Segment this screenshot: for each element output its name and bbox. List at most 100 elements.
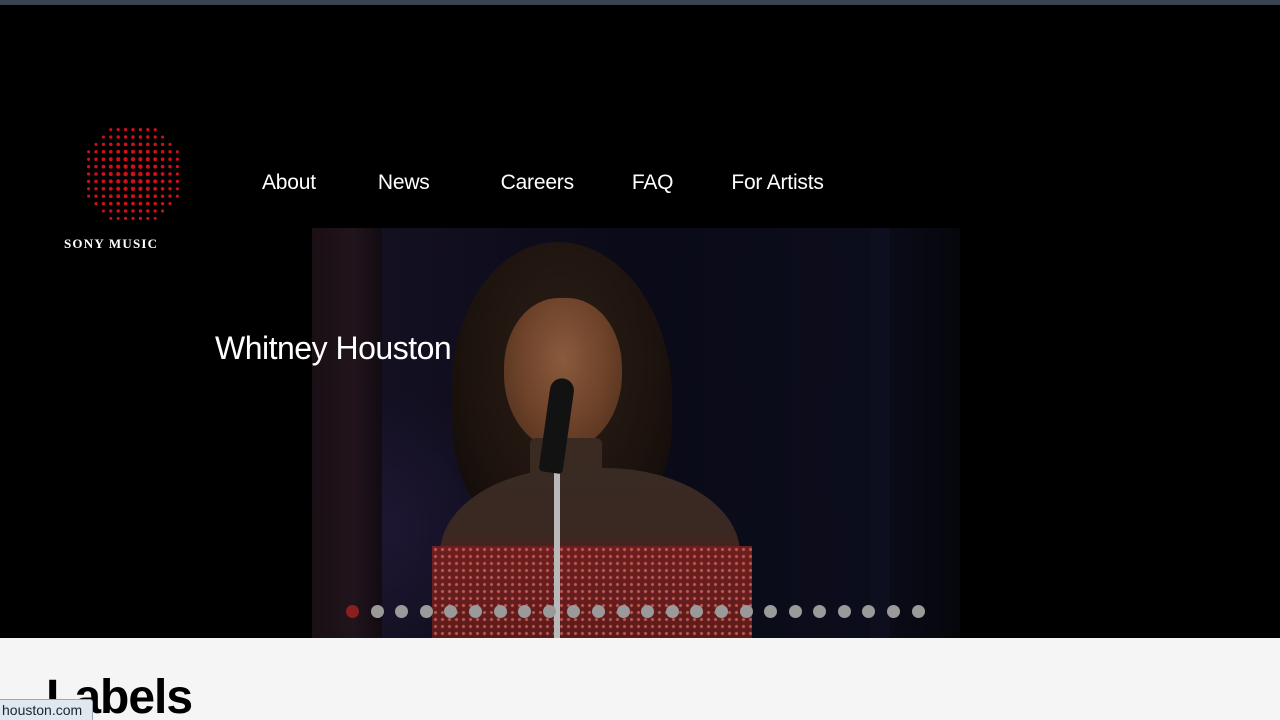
carousel-dot[interactable] xyxy=(346,605,359,618)
logo-dot xyxy=(175,150,179,154)
logo-dot xyxy=(109,216,113,220)
logo-dot xyxy=(130,179,136,184)
logo-dot xyxy=(160,186,165,191)
logo-dot xyxy=(168,187,172,191)
carousel-dot[interactable] xyxy=(911,605,925,618)
logo-dot xyxy=(87,187,91,191)
logo-dot xyxy=(87,157,91,161)
carousel-dot[interactable] xyxy=(370,605,384,618)
logo-dot xyxy=(108,179,113,184)
carousel-dot[interactable] xyxy=(616,605,630,618)
logo-dot xyxy=(101,135,105,139)
logo-dot xyxy=(101,142,106,147)
logo-dot xyxy=(153,186,158,191)
carousel-dot[interactable] xyxy=(641,605,655,618)
nav-item-news[interactable]: News xyxy=(378,171,430,195)
carousel-dot[interactable] xyxy=(518,605,532,618)
logo-dot xyxy=(145,201,150,206)
logo-dot xyxy=(94,164,98,169)
carousel-dot[interactable] xyxy=(764,605,778,618)
logo-dot xyxy=(116,194,121,199)
hero-artist-name[interactable]: Whitney Houston xyxy=(215,330,452,367)
sony-music-logo[interactable]: SONY MUSIC xyxy=(62,121,202,256)
logo-dot xyxy=(108,157,113,162)
logo-dot xyxy=(87,150,91,154)
carousel-dot[interactable] xyxy=(665,605,679,618)
logo-dot xyxy=(131,216,135,221)
carousel-dot[interactable] xyxy=(542,605,556,618)
nav-item-faq[interactable]: FAQ xyxy=(632,171,674,195)
carousel-dot[interactable] xyxy=(444,605,458,618)
logo-dot xyxy=(168,150,172,154)
logo-dot xyxy=(94,150,98,154)
logo-dot xyxy=(138,127,143,132)
logo-dot xyxy=(131,209,135,213)
carousel-dot[interactable] xyxy=(788,605,802,618)
logo-dot xyxy=(138,142,143,147)
logo-dot xyxy=(145,194,150,199)
carousel-dot[interactable] xyxy=(887,605,901,618)
logo-dot xyxy=(130,157,136,162)
logo-dot xyxy=(146,216,150,220)
logo-dot xyxy=(153,171,158,177)
logo-dot xyxy=(138,157,143,162)
logo-dot xyxy=(123,194,128,199)
logo-dot xyxy=(168,142,172,146)
carousel-dot[interactable] xyxy=(837,605,851,618)
logo-dot xyxy=(168,164,172,169)
logo-dot xyxy=(138,216,143,221)
nav-item-careers[interactable]: Careers xyxy=(501,171,574,195)
logo-dot xyxy=(94,202,98,206)
logo-dot xyxy=(116,142,121,147)
logo-dot xyxy=(101,201,106,206)
logo-dot xyxy=(131,142,135,147)
carousel-dot[interactable] xyxy=(493,605,507,618)
carousel-dot[interactable] xyxy=(567,605,581,618)
logo-dot xyxy=(109,201,113,206)
carousel-dot[interactable] xyxy=(862,605,876,618)
photo-backdrop-right xyxy=(870,228,890,638)
logo-dot xyxy=(175,172,180,176)
carousel-dot[interactable] xyxy=(591,605,605,618)
photo-backdrop-left xyxy=(312,228,382,638)
logo-dot xyxy=(145,149,150,154)
logo-dot xyxy=(153,179,158,184)
logo-dot xyxy=(123,216,128,221)
logo-dot xyxy=(123,157,128,162)
logo-dot xyxy=(101,164,106,169)
logo-dot xyxy=(168,179,172,184)
logo-dot xyxy=(153,142,157,147)
nav-item-for-artists[interactable]: For Artists xyxy=(731,171,824,195)
carousel-dot[interactable] xyxy=(739,605,753,618)
logo-dot xyxy=(86,179,91,184)
carousel-dot[interactable] xyxy=(419,605,433,618)
logo-dot xyxy=(94,194,98,198)
logo-dot xyxy=(101,194,106,198)
nav-item-about[interactable]: About xyxy=(262,171,316,195)
logo-dot xyxy=(116,164,121,169)
logo-dot xyxy=(168,194,172,198)
logo-dot xyxy=(145,164,150,169)
logo-dot xyxy=(153,149,158,154)
logo-dot xyxy=(146,128,150,132)
logo-dot xyxy=(101,172,106,176)
carousel-dot[interactable] xyxy=(813,605,827,618)
logo-dot xyxy=(168,157,172,161)
logo-dot xyxy=(160,179,165,184)
logo-dot xyxy=(109,135,113,139)
hero-photo[interactable] xyxy=(312,228,960,638)
logo-dot xyxy=(168,202,172,206)
logo-dot xyxy=(116,216,120,220)
logo-dot xyxy=(116,209,120,213)
logo-dot xyxy=(175,187,179,191)
logo-dot xyxy=(160,142,165,147)
carousel-dot[interactable] xyxy=(395,605,409,618)
logo-dot xyxy=(108,194,113,199)
logo-dot xyxy=(86,164,91,169)
carousel-dot[interactable] xyxy=(714,605,728,618)
logo-dot xyxy=(86,172,91,176)
carousel-dot[interactable] xyxy=(690,605,704,618)
logo-dot xyxy=(116,179,121,184)
carousel-dot[interactable] xyxy=(468,605,482,618)
logo-dot xyxy=(123,201,128,206)
